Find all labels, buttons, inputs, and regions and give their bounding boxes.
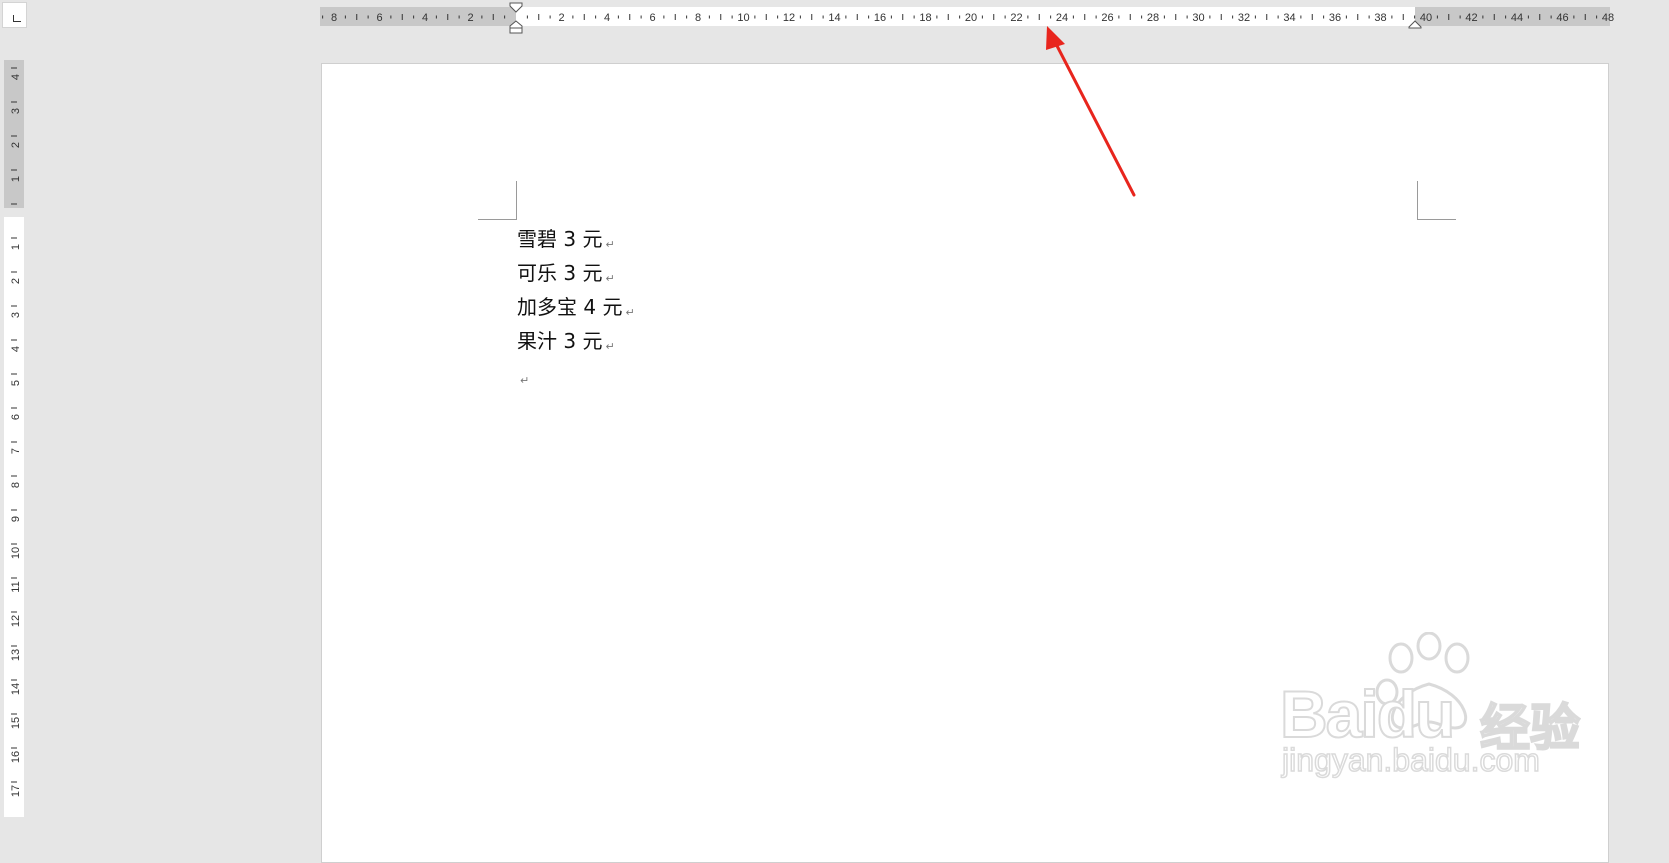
crop-mark-top-left xyxy=(478,181,517,220)
ruler-label: 4 xyxy=(10,74,22,80)
ruler-label: 8 xyxy=(695,12,701,24)
ruler-label: 34 xyxy=(1283,12,1295,24)
ruler-label: 10 xyxy=(10,547,22,559)
ruler-margin-band xyxy=(4,60,24,208)
left-indent-icon[interactable] xyxy=(509,27,523,34)
ruler-label: 22 xyxy=(1010,12,1022,24)
paragraph-text: 可乐 3 元 xyxy=(517,261,603,285)
ruler-label: 48 xyxy=(1602,12,1614,24)
document-paragraph[interactable]: ↵ xyxy=(517,358,635,392)
ruler-label: 2 xyxy=(10,278,22,284)
ruler-label: 2 xyxy=(10,142,22,148)
document-body[interactable]: 雪碧 3 元 ↵ 可乐 3 元 ↵ 加多宝 4 元 ↵ 果汁 3 元 ↵ ↵ xyxy=(517,222,635,392)
ruler-label: 6 xyxy=(10,414,22,420)
ruler-label: 14 xyxy=(828,12,840,24)
ruler-label: 13 xyxy=(10,649,22,661)
ruler-label: 14 xyxy=(10,683,22,695)
ruler-label: 26 xyxy=(1101,12,1113,24)
paragraph-text: 果汁 3 元 xyxy=(517,329,603,353)
ruler-label: 2 xyxy=(558,12,564,24)
watermark-brand: Baidu xyxy=(1279,676,1456,752)
ruler-label: 8 xyxy=(10,482,22,488)
document-paragraph[interactable]: 雪碧 3 元 ↵ xyxy=(517,222,635,256)
ruler-label: 18 xyxy=(919,12,931,24)
ruler-label: 38 xyxy=(1374,12,1386,24)
ruler-label: 15 xyxy=(10,717,22,729)
ruler-label: 4 xyxy=(422,12,428,24)
document-paragraph[interactable]: 可乐 3 元 ↵ xyxy=(517,256,635,290)
ruler-label: 5 xyxy=(10,380,22,386)
ruler-label: 6 xyxy=(649,12,655,24)
ruler-label: 7 xyxy=(10,448,22,454)
ruler-label: 4 xyxy=(10,346,22,352)
ruler-label: 46 xyxy=(1556,12,1568,24)
watermark-url: jingyan.baidu.com xyxy=(1281,741,1540,779)
ruler-label: 40 xyxy=(1420,12,1432,24)
ruler-label: 16 xyxy=(874,12,886,24)
ruler-label: 12 xyxy=(783,12,795,24)
crop-mark-top-right xyxy=(1417,181,1456,220)
document-paragraph[interactable]: 果汁 3 元 ↵ xyxy=(517,324,635,358)
paragraph-mark-icon: ↵ xyxy=(605,238,615,251)
ruler-label: 16 xyxy=(10,751,22,763)
ruler-label: 1 xyxy=(10,176,22,182)
ruler-label: 30 xyxy=(1192,12,1204,24)
ruler-label: 24 xyxy=(1056,12,1068,24)
ruler-label: 28 xyxy=(1147,12,1159,24)
ruler-label: 32 xyxy=(1238,12,1250,24)
tab-stop-selector[interactable] xyxy=(2,2,27,28)
document-paragraph[interactable]: 加多宝 4 元 ↵ xyxy=(517,290,635,324)
ruler-label: 11 xyxy=(10,581,22,592)
ruler-label: 17 xyxy=(10,785,22,797)
ruler-label: 20 xyxy=(965,12,977,24)
ruler-label: 1 xyxy=(10,244,22,250)
ruler-label: 6 xyxy=(376,12,382,24)
ruler-label: 2 xyxy=(467,12,473,24)
ruler-label: 8 xyxy=(331,12,337,24)
paragraph-text: 加多宝 4 元 xyxy=(517,295,623,319)
ruler-label: 10 xyxy=(737,12,749,24)
ruler-label: 12 xyxy=(10,615,22,627)
horizontal-ruler[interactable]: 8 6 4 2 2 4 6 8 10 12 14 16 18 20 22 24 26 28 30 32 34 36 38 40… xyxy=(320,0,1615,34)
ruler-label: 42 xyxy=(1465,12,1477,24)
ruler-label: 44 xyxy=(1511,12,1523,24)
ruler-label: 36 xyxy=(1329,12,1341,24)
paragraph-mark-icon: ↵ xyxy=(625,306,635,319)
paragraph-text: 雪碧 3 元 xyxy=(517,227,603,251)
left-tab-icon xyxy=(13,15,21,22)
ruler-label: 9 xyxy=(10,516,22,522)
paragraph-mark-icon: ↵ xyxy=(605,340,615,353)
paragraph-mark-icon: ↵ xyxy=(520,374,530,387)
ruler-label: 3 xyxy=(10,312,22,318)
ruler-label: 4 xyxy=(604,12,610,24)
ruler-label: 3 xyxy=(10,108,22,114)
paragraph-mark-icon: ↵ xyxy=(605,272,615,285)
vertical-ruler[interactable]: 43211234567891011121314151617 xyxy=(0,60,28,817)
baidu-jingyan-watermark: Baidu 经验 jingyan.baidu.com xyxy=(1268,632,1598,782)
